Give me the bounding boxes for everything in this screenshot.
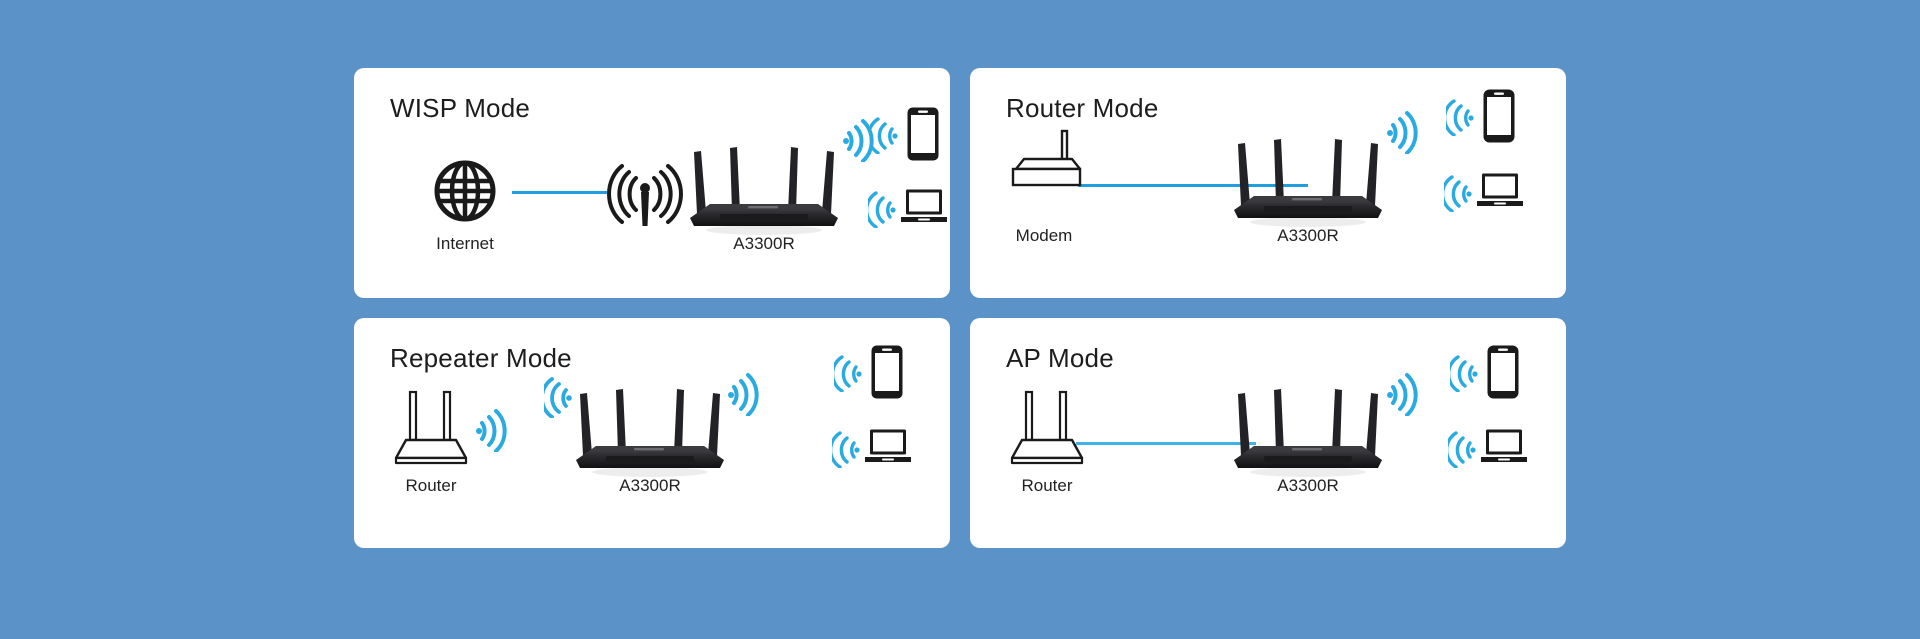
ap-diagram: Router A3300R [970, 318, 1566, 548]
mode-card-router[interactable]: Router Mode Modem A3300R [970, 68, 1566, 298]
a3300r-router-icon [1228, 368, 1388, 478]
page-root: WISP Mode Internet A3300R Router Mode Mo… [0, 0, 1920, 639]
wisp-diagram: Internet A3300R [354, 68, 950, 298]
label-a3300r-wisp: A3300R [733, 234, 795, 253]
router-diagram: Modem A3300R [970, 68, 1566, 298]
wifi-client-phone-icon [834, 354, 864, 392]
modem-icon [1002, 128, 1086, 194]
label-a3300r-ap: A3300R [1277, 476, 1339, 495]
generic-router-icon [1006, 388, 1088, 468]
mode-card-grid: WISP Mode Internet A3300R Router Mode Mo… [354, 68, 1566, 548]
wifi-client-laptop-icon [1448, 430, 1478, 468]
wifi-broadcast-icon [726, 370, 762, 416]
label-modem: Modem [1015, 226, 1073, 245]
wifi-broadcast-icon [1385, 108, 1421, 154]
mode-card-ap[interactable]: AP Mode Router A3300R [970, 318, 1566, 548]
smartphone-icon [906, 106, 940, 162]
wifi-client-phone-icon [870, 116, 900, 154]
generic-router-icon [390, 388, 472, 468]
wifi-broadcast-icon [474, 406, 510, 452]
label-a3300r-repeater: A3300R [619, 476, 681, 495]
wifi-client-phone-icon [1446, 98, 1476, 136]
wifi-broadcast-icon [1385, 370, 1421, 416]
smartphone-icon [870, 344, 904, 400]
label-router-repeater: Router [405, 476, 457, 495]
smartphone-icon [1486, 344, 1520, 400]
wisp-wired-link [512, 191, 608, 194]
repeater-diagram: Router A3300R [354, 318, 950, 548]
wifi-client-laptop-icon [1444, 174, 1474, 212]
label-internet: Internet [436, 234, 494, 253]
a3300r-router-icon [684, 126, 844, 236]
label-a3300r-router: A3300R [1277, 226, 1339, 245]
wifi-client-phone-icon [1450, 354, 1480, 392]
wifi-client-laptop-icon [832, 430, 862, 468]
wifi-client-laptop-icon [868, 190, 898, 228]
mode-card-repeater[interactable]: Repeater Mode Router A3300R [354, 318, 950, 548]
laptop-icon [900, 188, 948, 226]
laptop-icon [1480, 428, 1528, 466]
smartphone-icon [1482, 88, 1516, 144]
mode-card-wisp[interactable]: WISP Mode Internet A3300R [354, 68, 950, 298]
a3300r-router-icon [1228, 118, 1388, 228]
laptop-icon [1476, 172, 1524, 210]
a3300r-router-icon [570, 368, 730, 478]
globe-icon [430, 156, 500, 226]
radio-tower-icon [606, 158, 684, 233]
laptop-icon [864, 428, 912, 466]
label-router-ap: Router [1021, 476, 1073, 495]
